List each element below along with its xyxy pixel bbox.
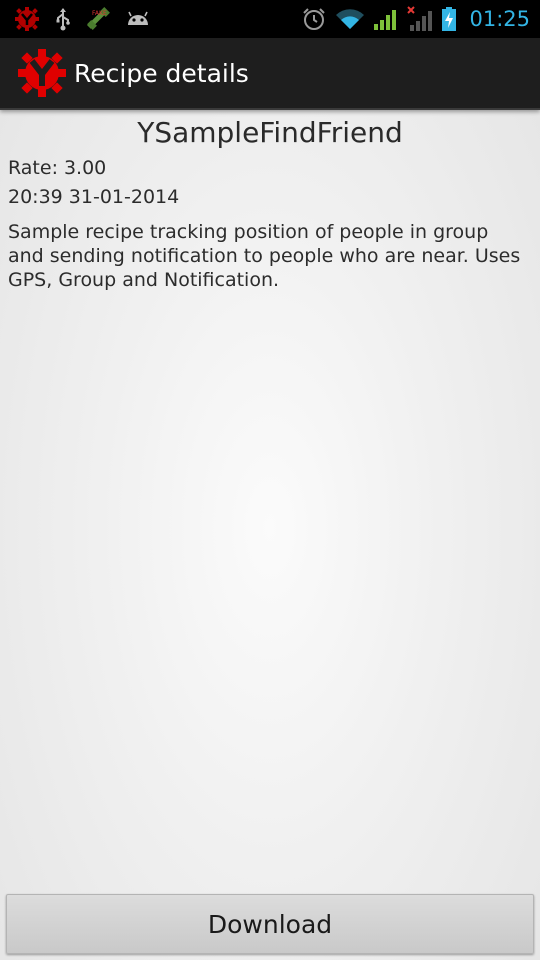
download-button[interactable]: Download: [6, 894, 534, 954]
action-bar: Recipe details: [0, 38, 540, 110]
gps-icon: FAKE: [86, 7, 112, 31]
recipe-rate: Rate: 3.00: [8, 154, 532, 183]
android-debug-icon: [126, 9, 150, 29]
wifi-icon: [335, 7, 365, 31]
status-bar-system: 01:25: [301, 0, 540, 38]
status-bar-notifications: FAKE: [0, 0, 150, 38]
rate-value: 3.00: [63, 157, 107, 179]
rate-label: Rate:: [8, 157, 58, 179]
no-signal-icon: [407, 6, 433, 32]
status-bar: FAKE 01:25: [0, 0, 540, 38]
battery-charging-icon: [441, 6, 457, 32]
usb-icon: [54, 7, 72, 31]
svg-text:FAKE: FAKE: [92, 10, 107, 17]
recipe-timestamp: 20:39 31-01-2014: [8, 186, 180, 208]
app-logo-icon[interactable]: [16, 47, 68, 99]
recipe-details: YSampleFindFriend Rate: 3.00 20:39 31-01-…: [0, 112, 540, 292]
recipe-description: Sample recipe tracking position of peopl…: [8, 221, 521, 291]
app-gear-icon: [14, 6, 40, 32]
page-title: Recipe details: [74, 58, 249, 88]
signal-icon: [373, 7, 399, 31]
status-bar-clock: 01:25: [469, 7, 530, 31]
recipe-name: YSampleFindFriend: [137, 116, 403, 149]
alarm-icon: [301, 6, 327, 32]
